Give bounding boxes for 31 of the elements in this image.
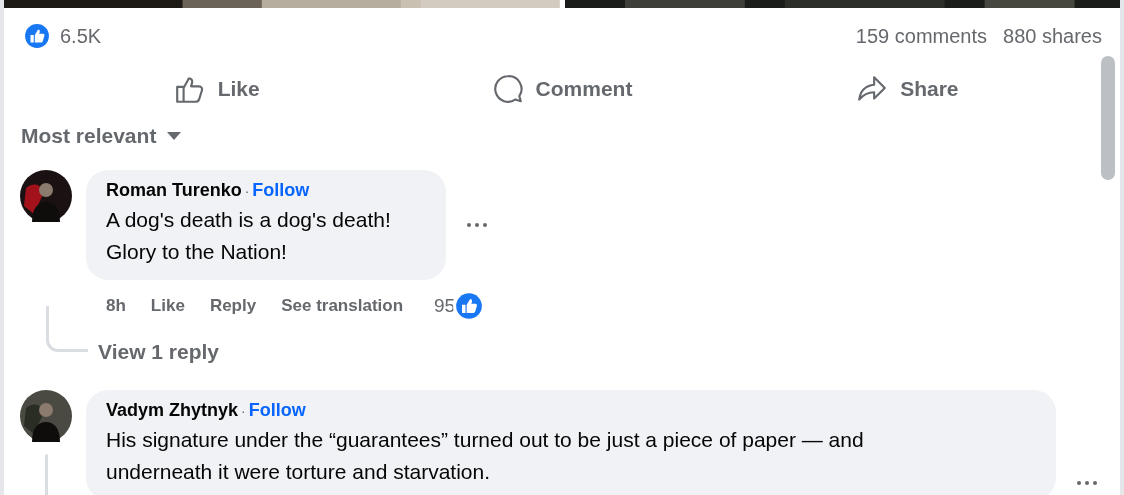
thread-line [44, 454, 48, 495]
view-replies-link[interactable]: View 1 reply [98, 340, 220, 364]
separator-dot: · [244, 182, 250, 199]
comment-count[interactable]: 159 comments [855, 24, 988, 48]
comment-button[interactable]: Comment [389, 70, 735, 108]
author-name[interactable]: Roman Turenko [106, 180, 242, 201]
follow-link[interactable]: Follow [248, 400, 306, 421]
separator-dot: · [241, 402, 246, 419]
translation-link[interactable]: See translation [281, 296, 404, 316]
comment-time[interactable]: 8h [106, 296, 126, 316]
share-count[interactable]: 880 shares [1003, 24, 1102, 48]
author-name[interactable]: Vadym Zhytnyk [106, 400, 239, 421]
comment-text: A dog's death is a dog's death! Glory to the Nation! [106, 207, 392, 265]
reaction-count: 95 [434, 295, 456, 317]
more-options-icon[interactable] [1076, 480, 1098, 486]
caret-icon [166, 131, 183, 141]
thread-line [46, 306, 88, 352]
more-options-icon[interactable] [466, 222, 488, 228]
follow-link[interactable]: Follow [252, 180, 310, 201]
comment-text: His signature under the “guarantees” turned out to be just a piece of paper — and underneath it were torture and starvation. [106, 427, 865, 485]
avatar[interactable] [20, 170, 72, 222]
like-link[interactable]: Like [150, 296, 185, 316]
reaction-count[interactable]: 6.5K [60, 24, 102, 48]
sort-dropdown[interactable]: Most relevant [21, 124, 183, 148]
scrollbar[interactable] [1101, 56, 1115, 180]
like-reaction-icon [24, 23, 50, 49]
speech-bubble-icon [491, 73, 524, 105]
share-button[interactable]: Share [734, 70, 1080, 108]
reply-link[interactable]: Reply [209, 296, 257, 316]
like-button[interactable]: Like [44, 70, 390, 108]
avatar[interactable] [20, 390, 72, 442]
